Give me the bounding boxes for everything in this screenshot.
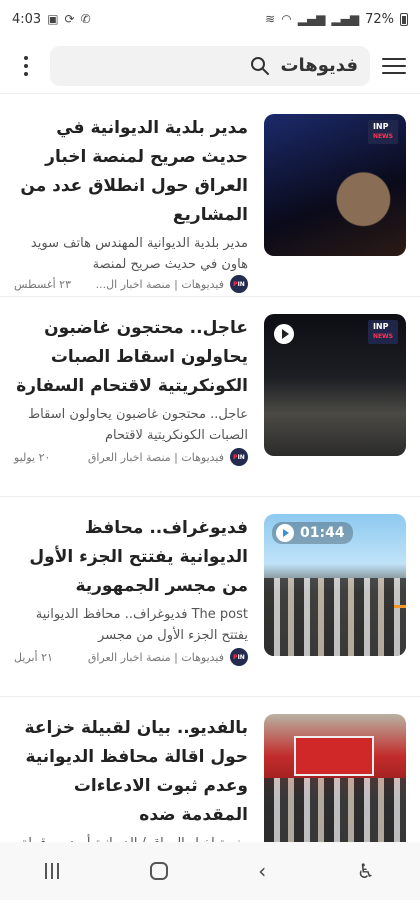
article-body: عاجل.. محتجون غاضبون يحاولون اسقاط الصبا… — [14, 314, 248, 496]
inp-badge: INP NEWS — [367, 120, 398, 144]
signal-2-icon: ▂▄▆ — [331, 12, 360, 26]
recents-icon[interactable] — [45, 863, 60, 879]
status-right: ≋ ◠ ▂▄▆ ▂▄▆ 72% — [265, 12, 408, 27]
wifi-icon: ◠ — [281, 12, 292, 26]
article-date: ٢٣ أغسطس — [14, 277, 71, 291]
article-title[interactable]: مدير بلدية الديوانية في حديث صريح لمنصة … — [14, 114, 248, 230]
status-left: 4:03 ▣ ⟳ ✆ — [12, 12, 91, 27]
menu-icon[interactable] — [382, 57, 406, 74]
search-icon — [251, 56, 270, 75]
article-card[interactable]: بالفديو.. بيان لقبيلة خزاعة حول اقالة مح… — [0, 696, 420, 842]
accessibility-icon[interactable]: ♿ — [357, 859, 375, 883]
crowd-image — [264, 577, 406, 656]
home-icon[interactable] — [149, 862, 168, 880]
article-excerpt: مدير بلدية الديوانية المهندس هاتف سويد ه… — [30, 236, 248, 272]
article-card[interactable]: INP NEWS عاجل.. محتجون غاضبون يحاولون اسق… — [0, 296, 420, 496]
more-options-icon[interactable] — [14, 55, 38, 76]
inp-badge: INP NEWS — [367, 320, 398, 344]
status-bar: 4:03 ▣ ⟳ ✆ ≋ ◠ ▂▄▆ ▂▄▆ 72% — [0, 0, 420, 38]
article-excerpt: عاجل.. محتجون غاضبون يحاولون اسقاط الصبا… — [28, 407, 248, 443]
missed-call-icon: ✆ — [80, 12, 91, 26]
article-title[interactable]: بالفديو.. بيان لقبيلة خزاعة حول اقالة مح… — [14, 714, 248, 830]
article-date: ٢٠ يوليو — [14, 450, 51, 464]
status-time: 4:03 — [12, 11, 42, 27]
battery-icon — [400, 12, 408, 26]
article-source: فيديوهات | منصة اخبار العراق — [87, 650, 224, 664]
article-card[interactable]: 01:44 فديوغراف.. محافظ الديوانية يفتتح ا… — [0, 496, 420, 696]
article-date: ٢١ أبريل — [14, 650, 53, 664]
article-title[interactable]: فديوغراف.. محافظ الديوانية يفتتح الجزء ا… — [14, 514, 248, 601]
search-bar[interactable]: فديوهات — [50, 45, 370, 86]
article-source: فيديوهات | منصة اخبار العراق — [87, 450, 224, 464]
signal-icon: ▂▄▆ — [297, 12, 326, 26]
battery-percent: 72% — [365, 11, 394, 27]
article-body: بالفديو.. بيان لقبيلة خزاعة حول اقالة مح… — [14, 714, 248, 842]
play-icon[interactable] — [274, 324, 294, 344]
app-bar: فديوهات — [0, 38, 420, 94]
source-logo-icon: IN P — [230, 275, 248, 293]
article-meta: IN P فيديوهات | منصة اخبار العراق ٢١ أبري… — [14, 648, 248, 696]
article-title[interactable]: عاجل.. محتجون غاضبون يحاولون اسقاط الصبا… — [14, 314, 248, 401]
article-thumbnail[interactable]: INP NEWS — [264, 314, 406, 456]
accent-divider — [394, 605, 406, 608]
article-meta: IN P فيديوهات | منصة اخبار العراق ٢٠ يولي… — [14, 448, 248, 496]
article-feed[interactable]: INP NEWS مدير بلدية الديوانية في حديث صري… — [0, 96, 420, 842]
source-logo-icon: IN P — [230, 648, 248, 666]
article-thumbnail[interactable] — [264, 714, 406, 842]
vibrate-icon: ≋ — [265, 12, 276, 26]
gallery-notification-icon: ▣ — [47, 12, 59, 26]
crowd-image — [264, 777, 406, 842]
article-excerpt: منصة اخبار العراق / الديوانية أصدرت قبيل… — [14, 833, 248, 842]
video-duration: 01:44 — [272, 522, 353, 544]
search-query[interactable]: فديوهات — [280, 55, 358, 76]
article-thumbnail[interactable]: INP NEWS — [264, 114, 406, 256]
article-body: فديوغراف.. محافظ الديوانية يفتتح الجزء ا… — [14, 514, 248, 696]
play-icon[interactable] — [276, 524, 294, 542]
system-nav-bar: ‹ ♿ — [0, 842, 420, 900]
back-icon[interactable]: ‹ — [258, 859, 266, 883]
banner-image — [294, 736, 374, 776]
article-thumbnail[interactable]: 01:44 — [264, 514, 406, 656]
article-body: مدير بلدية الديوانية في حديث صريح لمنصة … — [14, 114, 248, 296]
article-excerpt: The post فديوغراف.. محافظ الديوانية يفتت… — [35, 607, 248, 643]
article-source: فيديوهات | منصة اخبار ال... — [95, 277, 224, 291]
article-card[interactable]: INP NEWS مدير بلدية الديوانية في حديث صري… — [0, 96, 420, 296]
source-logo-icon: IN P — [230, 448, 248, 466]
sync-icon: ⟳ — [64, 12, 75, 26]
